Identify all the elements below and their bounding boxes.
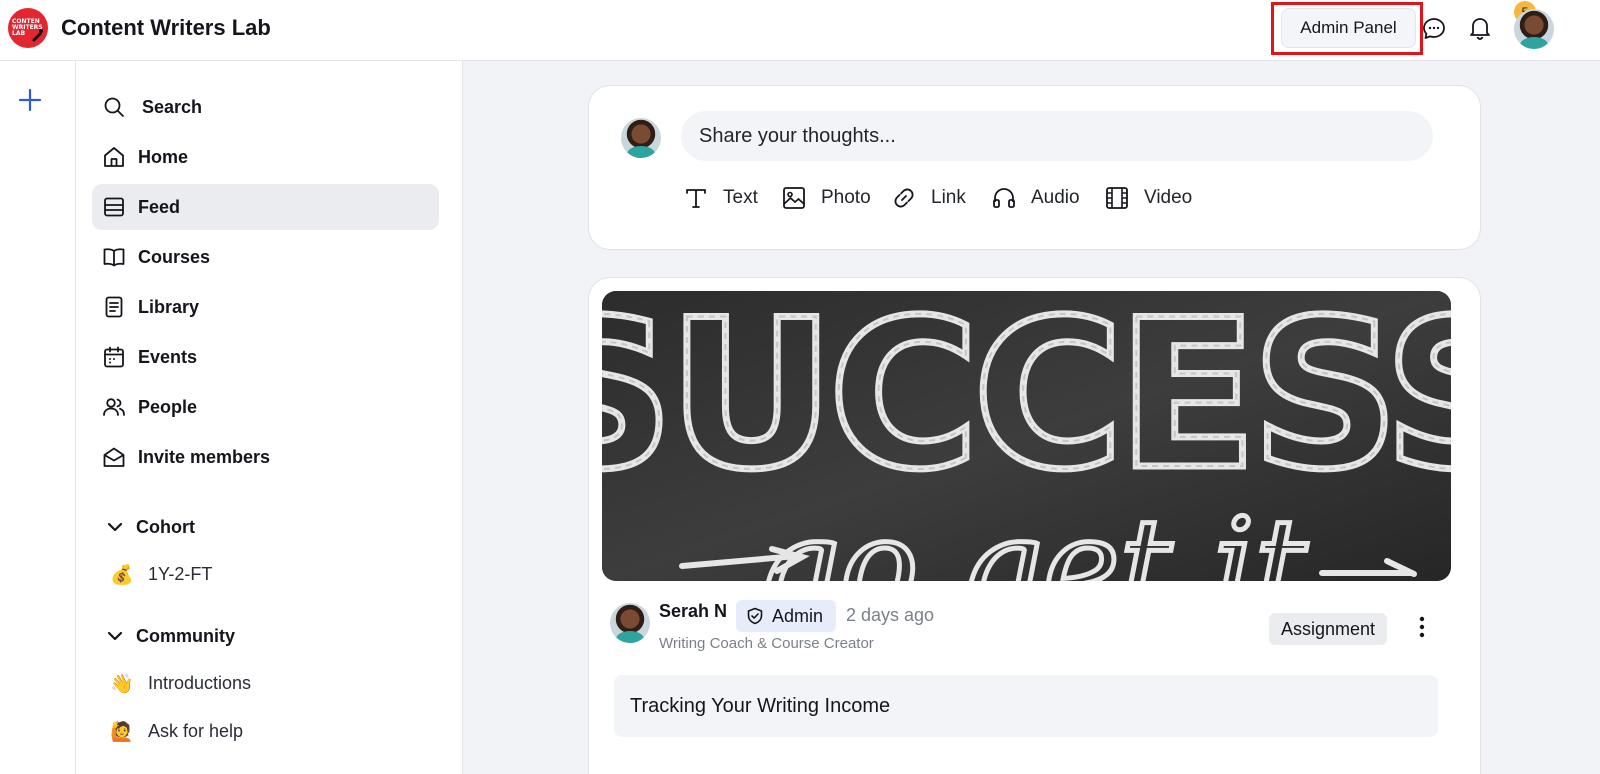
sidebar-item-library[interactable]: Library xyxy=(92,284,439,330)
home-icon xyxy=(104,147,124,167)
composer-avatar xyxy=(621,118,661,158)
author-avatar[interactable] xyxy=(610,603,650,643)
compose-audio-button[interactable]: Audio xyxy=(991,184,1080,212)
section-toggle-community[interactable]: Community xyxy=(106,622,235,650)
compose-link-button[interactable]: Link xyxy=(891,184,966,212)
waving-hand-icon: 👋 xyxy=(110,672,134,695)
section-label: Community xyxy=(136,625,235,646)
shield-check-icon xyxy=(747,607,763,625)
svg-text:SUCCESS: SUCCESS xyxy=(602,291,1451,515)
badge-label: Admin xyxy=(772,605,824,626)
sidebar-item-home[interactable]: Home xyxy=(92,134,439,180)
post-timestamp[interactable]: 2 days ago xyxy=(846,605,934,626)
space-item-ask-for-help[interactable]: 🙋 Ask for help xyxy=(110,716,243,746)
brand-logo[interactable]: CONTEN WRITERS LAB xyxy=(8,8,48,48)
sidebar-item-events[interactable]: Events xyxy=(92,334,439,380)
action-label: Photo xyxy=(821,187,871,208)
sidebar-item-feed[interactable]: Feed xyxy=(92,184,439,230)
logo-line: LAB xyxy=(12,30,26,37)
community-title[interactable]: Content Writers Lab xyxy=(61,15,271,41)
top-bar: CONTEN WRITERS LAB Content Writers Lab A… xyxy=(0,0,1600,61)
author-name[interactable]: Serah N xyxy=(659,601,727,622)
chalk-word: go get it xyxy=(757,490,1308,581)
sidebar-item-search[interactable]: Search xyxy=(92,84,439,130)
sidebar-item-label: Invite members xyxy=(138,446,271,467)
post-title-box[interactable]: Tracking Your Writing Income xyxy=(614,675,1438,737)
action-label: Audio xyxy=(1031,187,1080,208)
space-label: Introductions xyxy=(148,672,252,693)
raising-hand-icon: 🙋 xyxy=(110,720,134,743)
post-title: Tracking Your Writing Income xyxy=(630,694,891,717)
plus-icon[interactable] xyxy=(17,87,43,113)
sidebar: Search Home Feed Courses Library Events … xyxy=(76,61,463,774)
action-label: Video xyxy=(1144,187,1193,208)
chevron-down-icon xyxy=(107,522,123,532)
sidebar-item-label: Home xyxy=(138,146,189,167)
share-thoughts-input[interactable]: Share your thoughts... xyxy=(681,111,1433,161)
sidebar-item-label: Feed xyxy=(138,196,181,217)
post-topic-tag[interactable]: Assignment xyxy=(1269,613,1387,645)
search-icon xyxy=(104,97,124,117)
sidebar-item-people[interactable]: People xyxy=(92,384,439,430)
spaces-rail xyxy=(0,61,76,774)
admin-role-badge: Admin xyxy=(736,600,836,632)
sidebar-item-invite-members[interactable]: Invite members xyxy=(92,434,439,480)
space-item-1y-2-ft[interactable]: 💰 1Y-2-FT xyxy=(110,559,212,589)
money-bag-icon: 💰 xyxy=(110,563,134,586)
pen-icon xyxy=(32,29,43,42)
chevron-down-icon xyxy=(107,631,123,641)
book-icon xyxy=(103,248,125,267)
sidebar-item-label: Events xyxy=(138,346,198,367)
link-icon xyxy=(894,188,914,208)
post-cover-image[interactable]: SUCCESS SUCCESS go get it xyxy=(602,291,1451,581)
section-toggle-cohort[interactable]: Cohort xyxy=(106,513,195,541)
compose-video-button[interactable]: Video xyxy=(1104,184,1192,212)
sidebar-item-courses[interactable]: Courses xyxy=(92,234,439,280)
space-item-introductions[interactable]: 👋 Introductions xyxy=(110,668,251,698)
film-icon xyxy=(1106,187,1128,209)
image-icon xyxy=(783,187,805,209)
more-options-icon[interactable] xyxy=(1409,614,1435,640)
compose-text-button[interactable]: Text xyxy=(683,184,758,212)
headphones-icon xyxy=(993,188,1015,208)
action-label: Text xyxy=(723,187,758,208)
space-label: 1Y-2-FT xyxy=(148,563,213,584)
sidebar-item-label: People xyxy=(138,396,198,417)
feed-post: SUCCESS SUCCESS go get it Serah N Admin … xyxy=(588,277,1481,774)
action-label: Link xyxy=(931,187,966,208)
bell-icon[interactable] xyxy=(1467,15,1493,41)
document-icon xyxy=(105,296,123,318)
sidebar-item-label: Courses xyxy=(138,246,211,267)
sidebar-item-label: Search xyxy=(142,96,203,117)
admin-panel-button[interactable]: Admin Panel xyxy=(1281,8,1416,48)
text-icon xyxy=(686,189,706,208)
chat-bubble-icon[interactable] xyxy=(1421,16,1447,42)
envelope-open-icon xyxy=(103,447,125,467)
compose-photo-button[interactable]: Photo xyxy=(781,184,871,212)
calendar-icon xyxy=(104,346,124,368)
post-composer: Share your thoughts... Text Photo Link A… xyxy=(588,85,1481,250)
sidebar-item-label: Library xyxy=(138,296,200,317)
author-headline: Writing Coach & Course Creator xyxy=(659,635,874,652)
space-label: Ask for help xyxy=(148,720,244,741)
chalkboard-image: SUCCESS SUCCESS go get it xyxy=(602,291,1451,581)
feed-icon xyxy=(104,197,124,217)
section-label: Cohort xyxy=(136,516,195,537)
profile-avatar[interactable] xyxy=(1514,9,1554,49)
people-icon xyxy=(103,398,125,416)
